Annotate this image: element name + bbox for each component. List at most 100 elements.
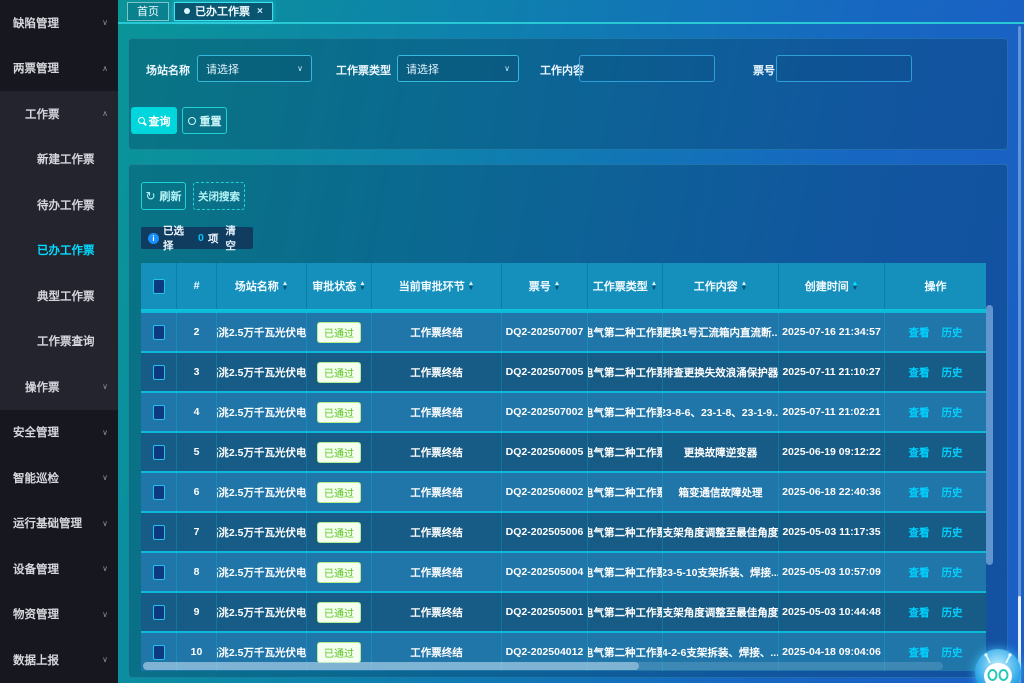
sidebar-item-typical-work-ticket[interactable]: 典型工作票 [0, 273, 118, 319]
sidebar-item-label: 工作票 [25, 106, 60, 122]
cell-index: 4 [177, 393, 217, 431]
close-icon[interactable]: × [257, 6, 263, 17]
row-checkbox[interactable] [153, 445, 165, 460]
sidebar-item-work-ticket[interactable]: 工作票∧ [0, 91, 118, 137]
history-link[interactable]: 历史 [942, 485, 963, 500]
history-link[interactable]: 历史 [942, 325, 963, 340]
view-link[interactable]: 查看 [909, 525, 930, 540]
history-link[interactable]: 历史 [942, 445, 963, 460]
view-link[interactable]: 查看 [909, 365, 930, 380]
station-name-label: 场站名称 [146, 62, 190, 78]
station-name-select[interactable]: 请选择 ∨ [197, 55, 312, 82]
column-header-created[interactable]: 创建时间▲▼ [779, 263, 885, 309]
cell-actions: 查看历史 [885, 433, 986, 471]
sidebar-item-new-work-ticket[interactable]: 新建工作票 [0, 137, 118, 183]
sidebar-item-label: 已办工作票 [37, 242, 95, 258]
cell-actions: 查看历史 [885, 473, 986, 511]
cell-station: 临洮2.5万千瓦光伏电... [217, 353, 307, 391]
sidebar-item-work-ticket-query[interactable]: 工作票查询 [0, 319, 118, 365]
sidebar-item-data-reporting[interactable]: 数据上报∨ [0, 637, 118, 683]
sidebar-item-todo-work-ticket[interactable]: 待办工作票 [0, 182, 118, 228]
row-checkbox[interactable] [153, 485, 165, 500]
sidebar-item-smart-inspection[interactable]: 智能巡检∨ [0, 455, 118, 501]
ticket-type-select[interactable]: 请选择 ∨ [397, 55, 519, 82]
tab-home[interactable]: 首页 [127, 2, 169, 21]
select-all-checkbox[interactable] [153, 279, 165, 294]
chevron-up-icon: ∧ [102, 64, 108, 73]
refresh-icon: ↻ [145, 189, 155, 203]
sidebar-item-equipment-management[interactable]: 设备管理∨ [0, 546, 118, 592]
row-checkbox[interactable] [153, 605, 165, 620]
cell-step: 工作票终结 [372, 593, 502, 631]
row-checkbox[interactable] [153, 525, 165, 540]
refresh-button[interactable]: ↻ 刷新 [141, 182, 186, 210]
column-header-station[interactable]: 场站名称▲▼ [217, 263, 307, 309]
column-header-select[interactable] [141, 263, 177, 309]
row-checkbox[interactable] [153, 645, 165, 660]
close-search-button[interactable]: 关闭搜索 [193, 182, 245, 210]
sort-icon[interactable]: ▲▼ [468, 281, 474, 291]
status-badge: 已通过 [317, 562, 361, 583]
sort-icon[interactable]: ▲▼ [741, 281, 747, 291]
query-button[interactable]: 查询 [131, 107, 177, 134]
column-label: 当前审批环节 [399, 278, 465, 294]
row-checkbox[interactable] [153, 365, 165, 380]
view-link[interactable]: 查看 [909, 485, 930, 500]
history-link[interactable]: 历史 [942, 365, 963, 380]
sort-icon[interactable]: ▲▼ [852, 281, 858, 291]
assistant-robot-button[interactable] [975, 649, 1021, 683]
cell-index: 5 [177, 433, 217, 471]
sort-icon[interactable]: ▲▼ [651, 281, 657, 291]
row-checkbox[interactable] [153, 565, 165, 580]
chevron-down-icon: ∨ [102, 18, 108, 27]
reset-button[interactable]: 重置 [182, 107, 227, 134]
table-row: 8临洮2.5万千瓦光伏电...已通过工作票终结DQ2-202505004电气第二… [141, 551, 986, 591]
cell-created: 2025-05-03 10:44:48 [779, 593, 885, 631]
sidebar-item-operation-ticket[interactable]: 操作票∨ [0, 364, 118, 410]
row-checkbox[interactable] [153, 325, 165, 340]
history-link[interactable]: 历史 [942, 565, 963, 580]
view-link[interactable]: 查看 [909, 605, 930, 620]
cell-station: 临洮2.5万千瓦光伏电... [217, 593, 307, 631]
status-badge: 已通过 [317, 322, 361, 343]
sort-icon[interactable]: ▲▼ [359, 281, 365, 291]
sidebar-item-safety-management[interactable]: 安全管理∨ [0, 410, 118, 456]
column-header-ticket_no[interactable]: 票号▲▼ [502, 263, 588, 309]
cell-created: 2025-05-03 11:17:35 [779, 513, 885, 551]
view-link[interactable]: 查看 [909, 405, 930, 420]
sidebar-item-defect-management[interactable]: 缺陷管理∨ [0, 0, 118, 46]
tab-done-work-ticket[interactable]: 已办工作票× [174, 2, 273, 21]
view-link[interactable]: 查看 [909, 565, 930, 580]
sort-icon[interactable]: ▲▼ [282, 281, 288, 291]
view-link[interactable]: 查看 [909, 325, 930, 340]
work-content-input[interactable] [579, 55, 715, 82]
sidebar-item-operation-basic-management[interactable]: 运行基础管理∨ [0, 501, 118, 547]
sidebar-item-two-ticket-management[interactable]: 两票管理∧ [0, 46, 118, 92]
sort-icon[interactable]: ▲▼ [554, 281, 560, 291]
table-vertical-scrollbar[interactable] [986, 305, 993, 565]
cell-status: 已通过 [307, 393, 372, 431]
history-link[interactable]: 历史 [942, 525, 963, 540]
cell-type: 电气第二种工作票 [588, 313, 663, 351]
horizontal-scrollbar-thumb[interactable] [143, 662, 639, 670]
sidebar-item-done-work-ticket[interactable]: 已办工作票 [0, 228, 118, 274]
sidebar-item-material-management[interactable]: 物资管理∨ [0, 592, 118, 638]
cell-created: 2025-06-19 09:12:22 [779, 433, 885, 471]
clear-selection-link[interactable]: 清空 [225, 223, 246, 253]
chevron-down-icon: ∨ [102, 382, 108, 391]
table-row: 3临洮2.5万千瓦光伏电...已通过工作票终结DQ2-202507005电气第二… [141, 351, 986, 391]
history-link[interactable]: 历史 [942, 605, 963, 620]
sidebar-item-label: 设备管理 [13, 561, 59, 577]
history-link[interactable]: 历史 [942, 645, 963, 660]
ticket-no-input[interactable] [776, 55, 912, 82]
cell-ticket-no: DQ2-202505001 [502, 593, 588, 631]
column-header-status[interactable]: 审批状态▲▼ [307, 263, 372, 309]
column-header-type[interactable]: 工作票类型▲▼ [588, 263, 663, 309]
view-link[interactable]: 查看 [909, 445, 930, 460]
row-checkbox[interactable] [153, 405, 165, 420]
column-header-step[interactable]: 当前审批环节▲▼ [372, 263, 502, 309]
column-header-content[interactable]: 工作内容▲▼ [663, 263, 779, 309]
history-link[interactable]: 历史 [942, 405, 963, 420]
cell-created: 2025-07-11 21:02:21 [779, 393, 885, 431]
view-link[interactable]: 查看 [909, 645, 930, 660]
